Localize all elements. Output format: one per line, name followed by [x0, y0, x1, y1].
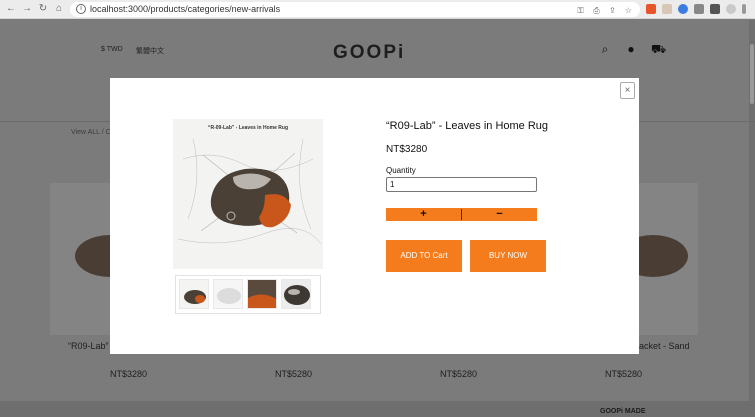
quantity-label: Quantity — [386, 166, 416, 175]
product-title: “R09-Lab” - Leaves in Home Rug — [386, 120, 549, 132]
site-info-icon[interactable]: i — [76, 4, 86, 14]
close-button[interactable]: × — [620, 82, 635, 99]
extension-icon[interactable] — [662, 4, 672, 14]
product-price: NT$5280 — [275, 369, 313, 379]
thumbnail[interactable] — [213, 279, 243, 309]
product-name[interactable]: “R09-Lab” - — [68, 341, 114, 351]
reload-icon[interactable]: ↻ — [37, 3, 49, 15]
site-logo[interactable]: GOOPi — [333, 42, 405, 64]
product-price: NT$5280 — [440, 369, 478, 379]
sidebar-icon[interactable] — [710, 4, 720, 14]
cart-icon[interactable]: ⛟ — [651, 43, 666, 55]
product-main-image[interactable]: “R-09-Lab” - Leaves in Home Rug — [173, 119, 323, 269]
back-icon[interactable]: ← — [5, 3, 17, 15]
key-icon[interactable]: ⚿ — [576, 6, 585, 15]
rug-thumbnail — [248, 280, 276, 308]
add-to-cart-button[interactable]: ADD TO Cart — [386, 240, 462, 272]
rug-thumbnail — [282, 280, 310, 308]
increment-button[interactable]: + — [386, 208, 461, 221]
puzzle-icon[interactable] — [694, 4, 704, 14]
profile-icon[interactable] — [726, 4, 736, 14]
translate-icon[interactable]: ⎙ — [592, 6, 601, 15]
thumbnail[interactable] — [247, 279, 277, 309]
menu-icon[interactable] — [742, 4, 746, 14]
rug-thumbnail — [214, 280, 242, 308]
product-price: NT$3280 — [386, 144, 428, 155]
url-text[interactable]: localhost:3000/products/categories/new-a… — [90, 3, 280, 16]
footer-brand: GOOPi MADE — [600, 408, 646, 415]
thumbnail[interactable] — [179, 279, 209, 309]
extension-icon[interactable] — [678, 4, 688, 14]
thumbnail[interactable] — [281, 279, 311, 309]
scrollbar-thumb[interactable] — [750, 44, 754, 104]
browser-toolbar: ← → ↻ ⌂ i localhost:3000/products/catego… — [0, 0, 755, 19]
extension-icon[interactable] — [646, 4, 656, 14]
product-name[interactable]: acket - Sand — [639, 341, 690, 351]
language-selector[interactable]: 繁體中文 — [136, 46, 164, 56]
quantity-field[interactable]: 1 — [386, 177, 537, 192]
home-icon[interactable]: ⌂ — [53, 3, 65, 15]
rug-illustration — [177, 138, 322, 245]
account-icon[interactable]: ● — [625, 43, 637, 55]
share-icon[interactable]: ⇪ — [608, 6, 617, 15]
product-price: NT$3280 — [110, 369, 148, 379]
rug-thumbnail — [180, 280, 208, 308]
product-price: NT$5280 — [605, 369, 643, 379]
bookmark-star-icon[interactable]: ☆ — [624, 6, 633, 15]
address-bar[interactable]: i localhost:3000/products/categories/new… — [70, 2, 640, 17]
decrement-button[interactable]: − — [462, 208, 537, 221]
currency-selector[interactable]: $ TWD — [101, 46, 123, 53]
search-icon[interactable]: ⌕ — [599, 43, 611, 55]
buy-now-button[interactable]: BUY NOW — [470, 240, 546, 272]
quantity-stepper: + − — [386, 208, 537, 221]
quick-view-modal: × “R-09-Lab” - Leaves in Home Rug “R09-L… — [110, 78, 639, 354]
image-caption: “R-09-Lab” - Leaves in Home Rug — [207, 125, 288, 131]
thumbnail-strip — [175, 275, 321, 314]
forward-icon[interactable]: → — [21, 3, 33, 15]
scrollbar[interactable] — [749, 20, 755, 417]
